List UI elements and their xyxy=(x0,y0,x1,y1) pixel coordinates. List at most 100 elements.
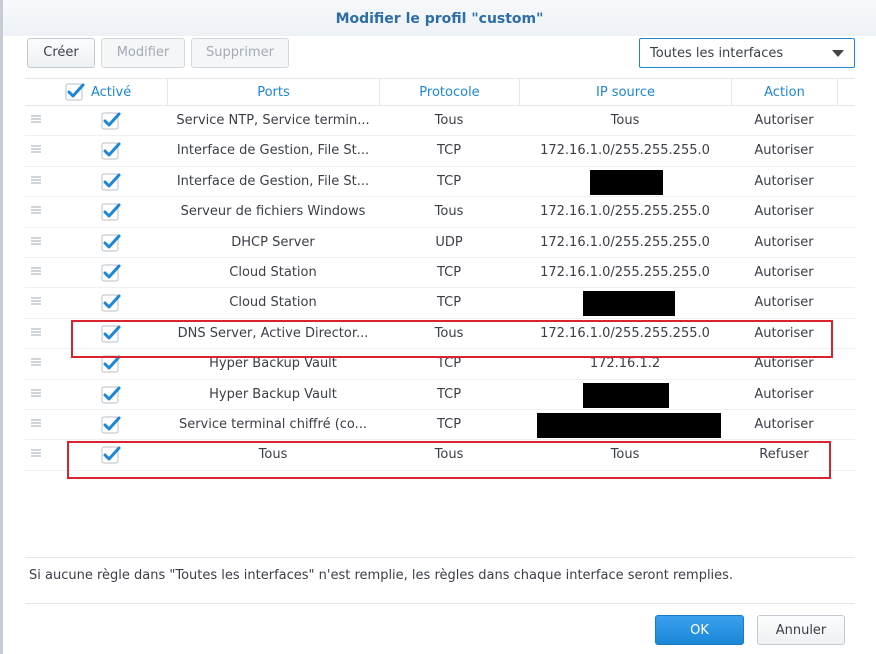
header-protocol[interactable]: Protocole xyxy=(379,79,519,106)
table-row[interactable]: Serveur de fichiers Windows Tous 172.16.1.… xyxy=(25,197,855,228)
cell-protocol: Tous xyxy=(434,325,464,341)
drag-handle-icon[interactable] xyxy=(31,358,41,367)
header-spacer xyxy=(837,79,855,106)
enabled-checkbox-icon[interactable] xyxy=(101,446,121,464)
toolbar: Créer Modifier Supprimer Toutes les inte… xyxy=(3,38,876,72)
drag-handle-icon[interactable] xyxy=(31,449,41,458)
enabled-checkbox-icon[interactable] xyxy=(101,142,121,160)
enabled-checkbox-icon[interactable] xyxy=(101,203,121,221)
cell-source-ip: Tous xyxy=(610,113,640,128)
ok-button[interactable]: OK xyxy=(655,615,744,645)
cell-action: Autoriser xyxy=(754,264,814,280)
enabled-checkbox-icon[interactable] xyxy=(101,173,121,191)
table-row[interactable]: DHCP Server UDP 172.16.1.0/255.255.255.0 Au… xyxy=(25,228,855,258)
table-header: Activé Ports Protocole IP source Action xyxy=(25,78,855,106)
cell-ports: Cloud Station xyxy=(229,264,317,280)
cell-protocol: TCP xyxy=(436,143,462,159)
header-enabled[interactable]: Activé xyxy=(25,79,167,106)
enabled-checkbox-icon[interactable] xyxy=(101,386,121,404)
cell-action: Autoriser xyxy=(754,386,814,402)
drag-handle-icon[interactable] xyxy=(31,297,41,306)
drag-handle-icon[interactable] xyxy=(31,327,41,336)
cell-action: Autoriser xyxy=(754,113,814,128)
table-row[interactable]: Service terminal chiffré (co... TCP Autori… xyxy=(25,410,855,441)
cell-protocol: Tous xyxy=(434,204,464,220)
enabled-checkbox-icon[interactable] xyxy=(101,355,121,373)
enabled-checkbox-icon[interactable] xyxy=(101,416,121,434)
drag-handle-icon[interactable] xyxy=(31,418,41,427)
cell-protocol: TCP xyxy=(436,264,462,280)
cell-ports: Service NTP, Service termin... xyxy=(176,113,370,128)
cell-protocol: Tous xyxy=(434,113,464,128)
table-row[interactable]: Tous Tous Tous Refuser xyxy=(25,440,855,471)
cell-ports: Interface de Gestion, File St... xyxy=(176,143,370,159)
cell-source-ip: 172.16.1.0/255.255.255.0 xyxy=(540,204,710,220)
cell-protocol: TCP xyxy=(436,173,462,189)
interface-select[interactable]: Toutes les interfaces xyxy=(639,38,855,68)
cell-ports: Cloud Station xyxy=(229,295,317,311)
table-row[interactable]: Cloud Station TCP Autoriser xyxy=(25,288,855,319)
drag-handle-icon[interactable] xyxy=(31,388,41,397)
divider xyxy=(25,603,855,604)
cell-protocol: TCP xyxy=(436,386,462,402)
cell-action: Autoriser xyxy=(754,173,814,189)
cell-action: Autoriser xyxy=(754,325,814,341)
divider xyxy=(25,557,855,558)
info-note: Si aucune règle dans "Toutes les interfa… xyxy=(29,568,734,583)
cell-protocol: UDP xyxy=(435,234,463,250)
cell-protocol: TCP xyxy=(436,356,462,372)
header-action[interactable]: Action xyxy=(731,79,837,106)
table-row[interactable]: Interface de Gestion, File St... TCP Autor… xyxy=(25,167,855,198)
header-enabled-label: Activé xyxy=(91,85,132,100)
cell-source-ip: 172.16.1.2 xyxy=(589,356,661,372)
cell-ports: Serveur de fichiers Windows xyxy=(180,204,366,220)
cell-action: Autoriser xyxy=(754,416,814,432)
drag-handle-icon[interactable] xyxy=(31,175,41,184)
enabled-checkbox-icon[interactable] xyxy=(101,234,121,252)
header-source-ip[interactable]: IP source xyxy=(519,79,731,106)
drag-handle-icon[interactable] xyxy=(31,145,41,154)
cell-ports: Hyper Backup Vault xyxy=(209,386,337,402)
redaction-box xyxy=(590,169,663,195)
redaction-box xyxy=(537,412,721,438)
drag-handle-icon[interactable] xyxy=(31,115,41,123)
cell-protocol: Tous xyxy=(434,447,464,463)
cell-protocol: TCP xyxy=(436,416,462,432)
cell-ports: DNS Server, Active Director... xyxy=(177,325,369,341)
table-row[interactable]: Hyper Backup Vault TCP 172.16.1.2 Autoriser xyxy=(25,349,855,380)
cell-ports: Service terminal chiffré (co... xyxy=(178,416,368,432)
enabled-checkbox-icon[interactable] xyxy=(101,294,121,312)
table-body: Service NTP, Service termin... Tous Tous Au… xyxy=(25,106,855,471)
cell-action: Autoriser xyxy=(754,234,814,250)
dialog-title: Modifier le profil "custom" xyxy=(335,11,544,27)
cell-source-ip: 172.16.1.0/255.255.255.0 xyxy=(540,234,710,250)
enabled-checkbox-icon[interactable] xyxy=(101,264,121,282)
cancel-button[interactable]: Annuler xyxy=(757,615,845,645)
drag-handle-icon[interactable] xyxy=(31,236,41,245)
table-row[interactable]: Service NTP, Service termin... Tous Tous Au… xyxy=(25,106,855,137)
cell-action: Autoriser xyxy=(754,143,814,159)
table-row[interactable]: Hyper Backup Vault TCP Autoriser xyxy=(25,380,855,410)
header-ports[interactable]: Ports xyxy=(167,79,379,106)
cell-protocol: TCP xyxy=(436,295,462,311)
table-row[interactable]: Cloud Station TCP 172.16.1.0/255.255.255.0… xyxy=(25,258,855,289)
cell-ports: Interface de Gestion, File St... xyxy=(176,173,370,189)
cell-source-ip: 172.16.1.0/255.255.255.0 xyxy=(540,143,710,159)
drag-handle-icon[interactable] xyxy=(31,266,41,275)
cell-ports: DHCP Server xyxy=(231,234,315,250)
cell-source-ip: 172.16.1.0/255.255.255.0 xyxy=(540,325,710,341)
enabled-checkbox-icon[interactable] xyxy=(101,112,121,130)
redaction-box xyxy=(583,291,675,317)
delete-button[interactable]: Supprimer xyxy=(191,38,289,68)
cell-ports: Hyper Backup Vault xyxy=(209,356,337,372)
create-button[interactable]: Créer xyxy=(27,38,95,68)
select-all-checkbox-icon[interactable] xyxy=(65,83,85,101)
drag-handle-icon[interactable] xyxy=(31,206,41,215)
enabled-checkbox-icon[interactable] xyxy=(101,325,121,343)
table-row[interactable]: DNS Server, Active Director... Tous 172.16… xyxy=(25,319,855,350)
cell-action: Autoriser xyxy=(754,295,814,311)
dialog-titlebar[interactable]: Modifier le profil "custom" xyxy=(3,0,876,36)
cell-action: Autoriser xyxy=(754,204,814,220)
modify-button[interactable]: Modifier xyxy=(101,38,185,68)
table-row[interactable]: Interface de Gestion, File St... TCP 172.1… xyxy=(25,136,855,167)
